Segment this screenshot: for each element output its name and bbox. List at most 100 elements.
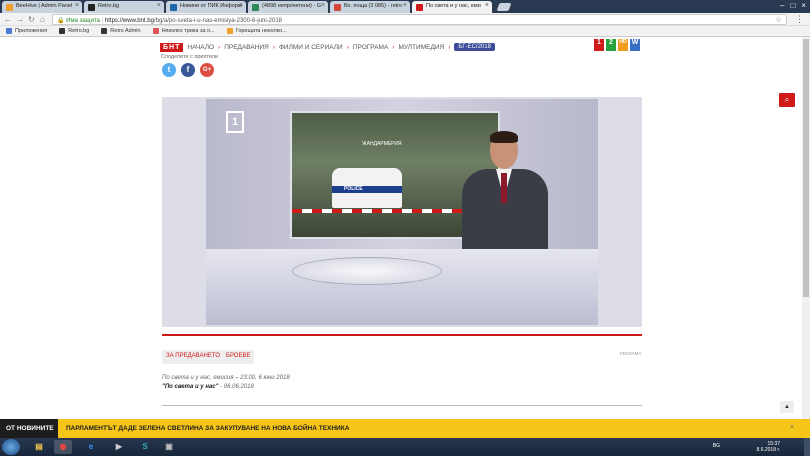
divider-red [162,334,642,336]
apps-grid-icon [6,28,12,34]
nav-home[interactable]: НАЧАЛО [187,44,214,51]
minimize-icon[interactable]: – [780,1,784,10]
search-icon[interactable]: ⌕ [779,93,795,107]
bookmark-label: Retro.bg [68,28,90,34]
internet-explorer-icon[interactable]: e [82,440,100,454]
scroll-to-top-button[interactable]: ▲ [780,401,794,413]
close-tab-icon[interactable]: × [75,2,79,9]
new-tab-button[interactable] [496,3,512,11]
close-tab-icon[interactable]: × [485,2,489,9]
bnt2-logo[interactable]: 2 [606,39,616,51]
bookmark-retro-admin[interactable]: Retro Admin [101,28,141,34]
ticker-headline[interactable]: ПАРЛАМЕНТЪТ ДАДЕ ЗЕЛЕНА СВЕТЛИНА ЗА ЗАКУ… [66,425,349,432]
system-clock[interactable]: 15:37 8.6.2018 г. [757,441,780,453]
video-player[interactable]: ЖАНДАРМЕРИЯ POLICE 1 [162,97,642,327]
desk-top [292,257,442,285]
twitter-icon[interactable]: t [162,63,176,77]
scrollbar-thumb[interactable] [803,39,809,297]
forward-icon[interactable]: → [16,15,24,24]
nav-separator-icon: › [218,43,221,51]
pik-favicon-icon [170,4,177,11]
file-explorer-icon[interactable]: ▤ [30,440,48,454]
nav-multimedia[interactable]: МУЛТИМЕДИЯ [398,44,444,51]
tag-episodes[interactable]: БРОЕВЕ [222,350,255,364]
close-tab-icon[interactable]: × [403,2,407,9]
browser-menu-icon[interactable]: ⋮ [795,14,804,25]
bnt-favicon-icon [416,4,423,11]
nav-films[interactable]: ФИЛМИ И СЕРИАЛИ [279,44,343,51]
ad-label: РЕКЛАМА [620,351,642,356]
police-car: POLICE [332,168,402,208]
channel-logos: 1 2 HD W [594,39,640,51]
anchor-tie [501,173,507,203]
reload-icon[interactable]: ↻ [28,15,35,24]
url-input[interactable]: 🔒 Има защита | https://www.bnt.bg/bg/a/p… [52,14,787,25]
back-icon[interactable]: ← [4,15,12,24]
web-page: БНТ НАЧАЛО › ПРЕДАВАНИЯ › ФИЛМИ И СЕРИАЛ… [0,37,802,419]
eu-presidency-button[interactable]: БГ-ЕС/2018 [454,43,495,51]
ticker-label: ОТ НОВИНИТЕ [0,419,58,438]
show-desktop-button[interactable] [804,438,810,456]
bookmark-hot[interactable]: Горещата неколко... [226,28,287,34]
bookmark-apps[interactable]: Приложения [6,28,47,34]
police-stripe [332,186,402,193]
window-app-icon[interactable]: ▣ [160,440,178,454]
mail-favicon-icon [252,4,259,11]
bookmark-tricks[interactable]: Няколко трика за о... [152,28,215,34]
nav-program[interactable]: ПРОГРАМА [353,44,388,51]
ticker-close-icon[interactable]: × [790,424,794,431]
tab-bnt-active[interactable]: По света и у нас, еми × [412,1,492,13]
url-path: /bg/a/po-sveta-i-u-nas-emisiya-2300-6-ju… [153,18,282,24]
anchor-hair [490,131,518,143]
bookmark-label: Няколко трика за о... [161,28,215,34]
home-icon[interactable]: ⌂ [40,15,45,24]
video-description: По света и у нас, емисия – 23:00, 6 юни … [162,375,290,381]
bnt-world-logo[interactable]: W [630,39,640,51]
bnt-logo[interactable]: БНТ [160,42,184,52]
gmail-favicon-icon [334,4,341,11]
site-nav: БНТ НАЧАЛО › ПРЕДАВАНИЯ › ФИЛМИ И СЕРИАЛ… [160,41,640,53]
windows-start-icon[interactable] [2,439,20,455]
video-frame: ЖАНДАРМЕРИЯ POLICE 1 [206,99,598,325]
close-tab-icon[interactable]: × [321,2,325,9]
show-name-link[interactable]: "По света и у нас" [162,384,218,390]
show-date-line: "По света и у нас" - 06.06.2018 [162,384,254,390]
browser-tab-bar: BeeHive | Admin Panel × Retro.bg × Новин… [0,0,810,13]
page-scrollbar[interactable] [802,37,810,419]
tab-title: Новини от ПИК Информ [180,3,242,9]
tab-title: По света и у нас, еми [426,3,481,9]
nav-separator-icon: › [448,43,451,51]
nav-shows[interactable]: ПРЕДАВАНИЯ [224,44,269,51]
tab-gmail-unread[interactable]: (4898 непрочетени) - G × [248,1,328,13]
retro-icon [59,28,66,34]
nav-separator-icon: › [392,43,395,51]
google-plus-icon[interactable]: G+ [200,63,214,77]
close-tab-icon[interactable]: × [157,2,161,9]
bookmark-retro[interactable]: Retro.bg [59,28,89,34]
news-ticker: ОТ НОВИНИТЕ ПАРЛАМЕНТЪТ ДАДЕ ЗЕЛЕНА СВЕТ… [0,419,810,438]
skype-icon[interactable]: S [136,440,154,454]
gendarmerie-sign: ЖАНДАРМЕРИЯ [362,141,402,147]
divider-gray [162,405,642,406]
tab-retro[interactable]: Retro.bg × [84,1,164,13]
chrome-icon[interactable]: ◉ [54,440,72,454]
close-window-icon[interactable]: × [801,1,806,10]
bnt-hd-logo[interactable]: HD [618,39,628,51]
news-anchor [456,131,556,255]
maximize-icon[interactable]: □ [790,1,795,10]
retro-icon [101,28,108,34]
close-tab-icon[interactable]: × [239,2,243,9]
facebook-icon[interactable]: f [181,63,195,77]
page-icon [152,28,159,34]
language-indicator[interactable]: BG [713,443,720,449]
address-bar-row: ← → ↻ ⌂ 🔒 Има защита | https://www.bnt.b… [0,13,810,26]
bookmark-star-icon[interactable]: ☆ [775,15,782,24]
tab-beehive[interactable]: BeeHive | Admin Panel × [2,1,82,13]
tag-about-show[interactable]: ЗА ПРЕДАВАНЕТО [162,350,224,364]
clock-date: 8.6.2018 г. [756,447,780,453]
media-player-icon[interactable]: ▶ [110,440,128,454]
bnt1-logo[interactable]: 1 [594,39,604,51]
tab-inbox[interactable]: Вх. поща (3 085) - retro × [330,1,410,13]
show-date: - 06.06.2018 [218,384,254,390]
tab-pik[interactable]: Новини от ПИК Информ × [166,1,246,13]
